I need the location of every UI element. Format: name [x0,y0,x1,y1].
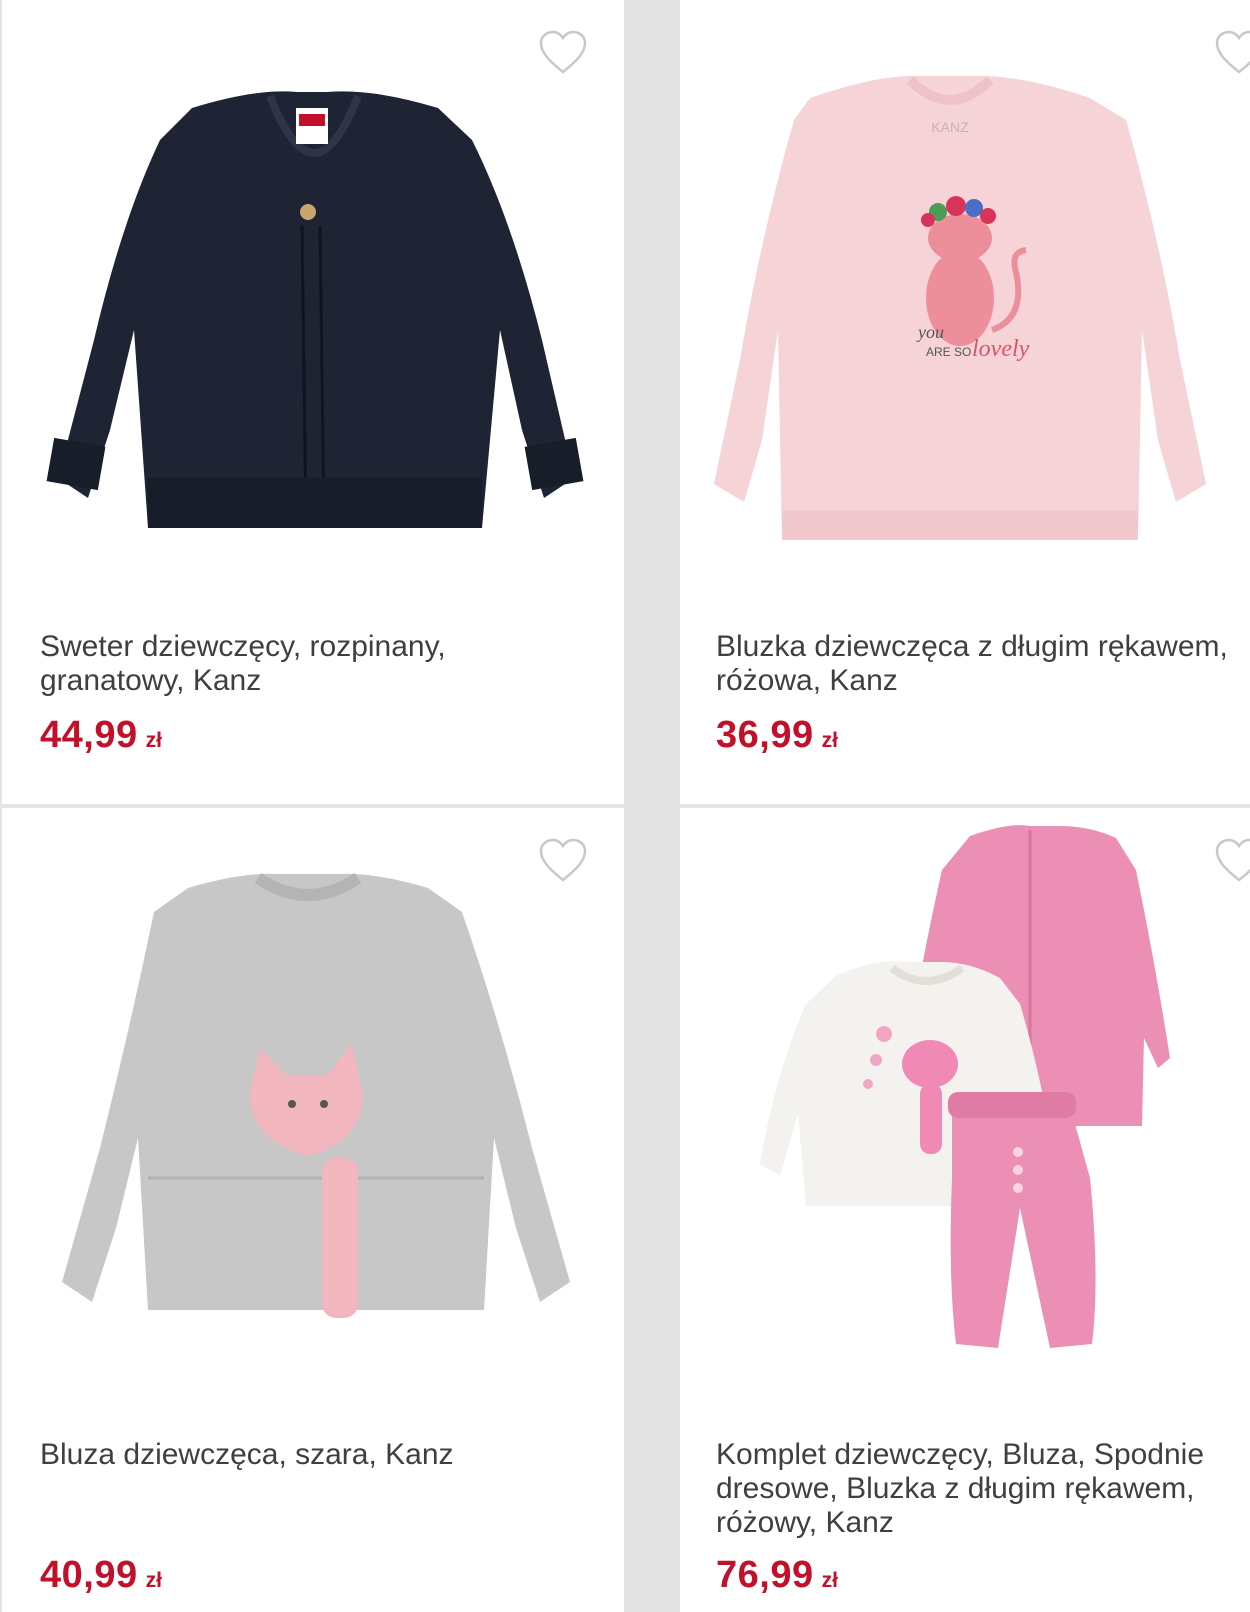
print-text-lovely: lovely [972,336,1030,362]
product-image-pink-three-piece-set[interactable] [680,808,1250,1408]
product-title[interactable]: Bluza dziewczęca, szara, Kanz [40,1438,570,1472]
product-image-pink-longsleeve-cat-top[interactable]: KANZ you ARE SO lovely [680,0,1250,600]
price-currency: zł [145,1569,162,1592]
product-price: 44,99 zł [40,714,162,757]
price-currency: zł [821,729,838,752]
product-card[interactable]: Bluza dziewczęca, szara, Kanz 40,99 zł [2,808,624,1612]
product-image-navy-cardigan[interactable] [2,0,624,600]
product-price: 40,99 zł [40,1554,162,1597]
price-currency: zł [145,729,162,752]
favorite-heart-icon[interactable] [538,838,588,884]
product-price: 76,99 zł [716,1554,838,1597]
price-currency: zł [821,1569,838,1592]
brand-tag-text: KANZ [931,119,969,135]
print-text-are-so: ARE SO [926,345,971,359]
product-card[interactable]: KANZ you ARE SO lovely Bluzka dziewczęca… [680,0,1250,804]
product-card[interactable]: Komplet dziewczęcy, Bluza, Spodnie dreso… [680,808,1250,1612]
product-card[interactable]: Sweter dziewczęcy, rozpinany, granatowy,… [2,0,624,804]
price-value: 40,99 [40,1554,138,1596]
price-value: 44,99 [40,714,138,756]
product-grid: Sweter dziewczęcy, rozpinany, granatowy,… [0,0,1250,1612]
price-value: 76,99 [716,1554,814,1596]
favorite-heart-icon[interactable] [1214,838,1250,884]
product-image-grey-sweatshirt-cat[interactable] [2,808,624,1408]
favorite-heart-icon[interactable] [538,30,588,76]
product-title[interactable]: Sweter dziewczęcy, rozpinany, granatowy,… [40,630,570,698]
price-value: 36,99 [716,714,814,756]
product-title[interactable]: Bluzka dziewczęca z długim rękawem, różo… [716,630,1246,698]
product-price: 36,99 zł [716,714,838,757]
product-title[interactable]: Komplet dziewczęcy, Bluza, Spodnie dreso… [716,1438,1246,1540]
print-text-you: you [916,322,944,342]
favorite-heart-icon[interactable] [1214,30,1250,76]
